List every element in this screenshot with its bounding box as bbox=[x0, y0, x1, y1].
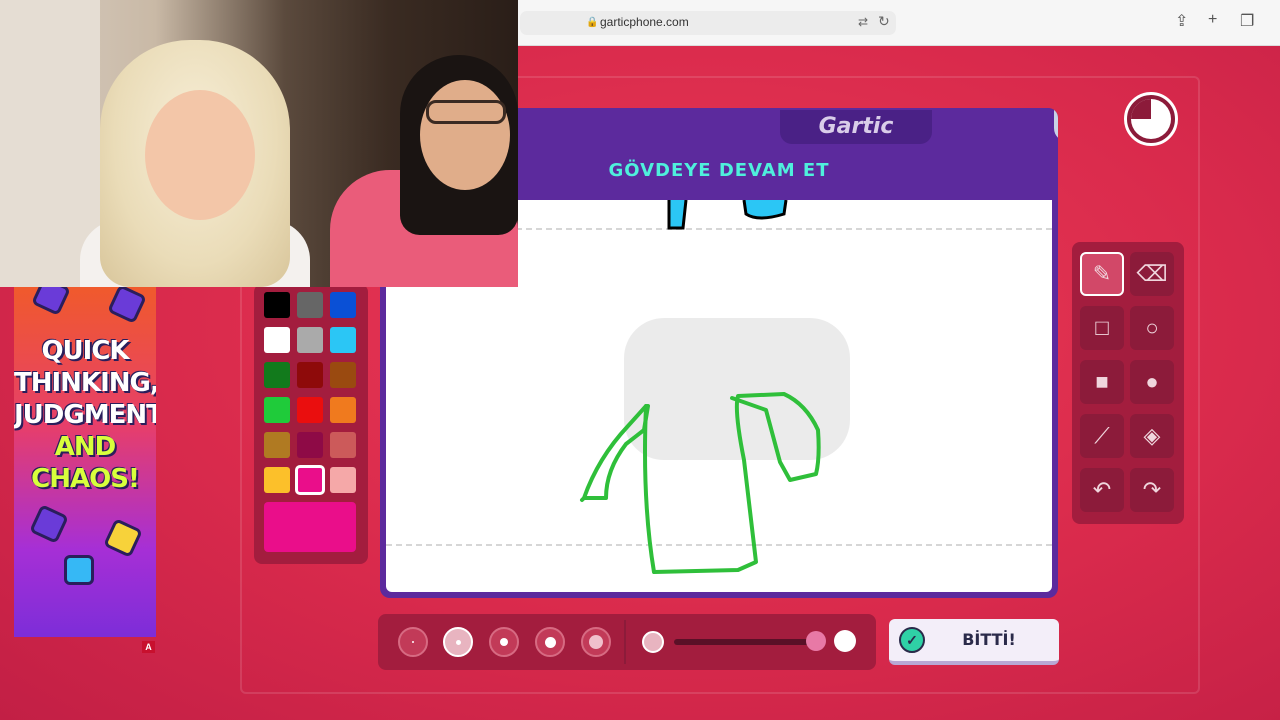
color-swatch[interactable] bbox=[297, 397, 323, 423]
tool-panel: ✎ ⌫ □ ○ ■ ● ⟋ ◈ ↶ ↷ bbox=[1072, 242, 1184, 524]
opacity-max-icon bbox=[834, 630, 856, 652]
lock-icon: 🔒 bbox=[586, 17, 599, 28]
brush-settings-bar bbox=[378, 614, 876, 670]
line-tool[interactable]: ⟋ bbox=[1080, 414, 1124, 458]
current-color-preview bbox=[264, 502, 356, 552]
color-swatch[interactable] bbox=[330, 362, 356, 388]
ad-headline: QUICK THINKING, JUDGMENT AND CHAOS! bbox=[14, 336, 156, 494]
done-button[interactable]: ✓ BİTTİ! bbox=[889, 619, 1059, 665]
board-ring-icon bbox=[1054, 108, 1058, 142]
reload-icon[interactable]: ↻ bbox=[878, 13, 890, 30]
color-swatch[interactable] bbox=[297, 327, 323, 353]
color-swatch[interactable] bbox=[264, 292, 290, 318]
color-swatch[interactable] bbox=[264, 467, 290, 493]
square-filled-icon: ■ bbox=[1095, 369, 1109, 394]
color-swatch[interactable] bbox=[330, 397, 356, 423]
color-swatch[interactable] bbox=[264, 432, 290, 458]
pencil-icon: ✎ bbox=[1092, 261, 1112, 286]
color-swatch[interactable] bbox=[297, 432, 323, 458]
brush-size-4[interactable] bbox=[535, 627, 565, 657]
done-label: BİTTİ! bbox=[962, 630, 1016, 649]
fill-bucket-tool[interactable]: ◈ bbox=[1130, 414, 1174, 458]
square-outline-icon: □ bbox=[1095, 315, 1109, 340]
webcam-overlay bbox=[0, 0, 518, 287]
gartic-watermark bbox=[624, 318, 850, 460]
url-text: garticphone.com bbox=[600, 15, 689, 29]
previous-drawing-left bbox=[667, 200, 688, 230]
translate-icon[interactable]: ⇄ bbox=[858, 15, 868, 29]
size-dot-icon bbox=[544, 636, 556, 648]
color-swatch[interactable] bbox=[297, 362, 323, 388]
color-swatch[interactable] bbox=[295, 465, 325, 495]
undo-icon: ↶ bbox=[1092, 477, 1112, 502]
color-swatch[interactable] bbox=[264, 397, 290, 423]
webcam-person-right-face bbox=[420, 80, 510, 190]
redo-icon: ↷ bbox=[1142, 477, 1162, 502]
opacity-slider-handle[interactable] bbox=[806, 631, 826, 651]
gem-icon bbox=[31, 287, 71, 316]
gem-icon bbox=[29, 504, 69, 544]
color-swatch[interactable] bbox=[330, 432, 356, 458]
gartic-logo: Gartic bbox=[780, 110, 932, 144]
color-swatch[interactable] bbox=[330, 327, 356, 353]
opacity-slider[interactable] bbox=[674, 639, 824, 645]
color-swatch[interactable] bbox=[264, 362, 290, 388]
check-icon: ✓ bbox=[899, 627, 925, 653]
timer-icon bbox=[1131, 99, 1171, 139]
redo-button[interactable]: ↷ bbox=[1130, 468, 1174, 512]
circle-outline-icon: ○ bbox=[1145, 315, 1159, 340]
share-icon[interactable]: ⇪ bbox=[1175, 11, 1188, 31]
divider bbox=[624, 620, 626, 664]
new-tab-icon[interactable]: + bbox=[1208, 11, 1217, 29]
ellipse-tool[interactable]: ○ bbox=[1130, 306, 1174, 350]
address-bar[interactable]: 🔒 garticphone.com ⇄ ↻ bbox=[520, 11, 896, 35]
color-swatch[interactable] bbox=[330, 292, 356, 318]
card-icon bbox=[64, 555, 94, 585]
glasses-icon bbox=[426, 100, 506, 124]
rectangle-tool[interactable]: □ bbox=[1080, 306, 1124, 350]
filled-rectangle-tool[interactable]: ■ bbox=[1080, 360, 1124, 404]
brush-size-1[interactable] bbox=[398, 627, 428, 657]
color-swatch[interactable] bbox=[297, 292, 323, 318]
bucket-icon: ◈ bbox=[1143, 423, 1161, 448]
size-dot-icon bbox=[412, 641, 414, 643]
tabs-overview-icon[interactable]: ❐ bbox=[1240, 11, 1254, 31]
star-card-icon bbox=[103, 518, 143, 558]
brush-size-3[interactable] bbox=[489, 627, 519, 657]
size-dot-icon bbox=[455, 639, 461, 645]
brush-size-2[interactable] bbox=[443, 627, 473, 657]
ad-banner[interactable]: QUICK THINKING, JUDGMENT AND CHAOS! bbox=[14, 287, 156, 637]
board-header: Gartic 🔊 bbox=[518, 108, 1058, 200]
timer bbox=[1124, 92, 1178, 146]
pencil-tool[interactable]: ✎ bbox=[1080, 252, 1124, 296]
color-swatch[interactable] bbox=[330, 467, 356, 493]
opacity-min-icon bbox=[642, 631, 664, 653]
color-palette bbox=[254, 284, 368, 564]
filled-ellipse-tool[interactable]: ● bbox=[1130, 360, 1174, 404]
size-dot-icon bbox=[589, 635, 603, 649]
color-swatch[interactable] bbox=[264, 327, 290, 353]
gem-icon bbox=[107, 287, 147, 324]
webcam-person-left-face bbox=[145, 90, 255, 220]
size-dot-icon bbox=[500, 638, 508, 646]
line-icon: ⟋ bbox=[1094, 423, 1110, 448]
undo-button[interactable]: ↶ bbox=[1080, 468, 1124, 512]
eraser-icon: ⌫ bbox=[1136, 261, 1168, 286]
eraser-tool[interactable]: ⌫ bbox=[1130, 252, 1174, 296]
brush-size-5[interactable] bbox=[581, 627, 611, 657]
ad-choice-badge[interactable]: A bbox=[142, 641, 155, 653]
circle-filled-icon: ● bbox=[1145, 369, 1159, 394]
previous-drawing-right bbox=[742, 200, 788, 220]
